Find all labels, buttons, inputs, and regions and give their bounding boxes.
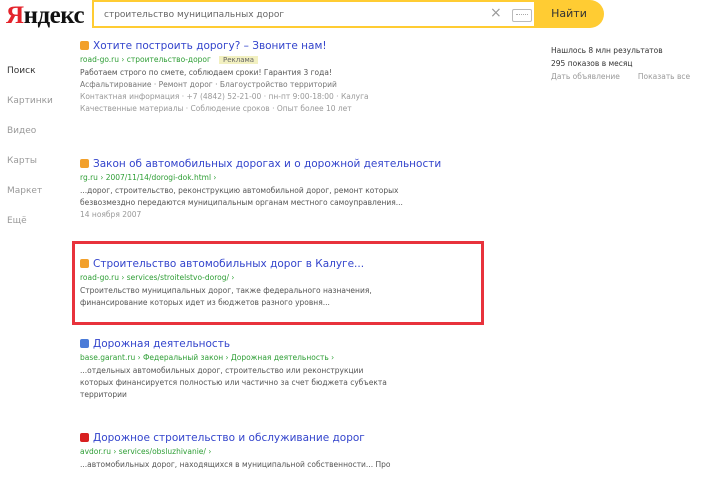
result-url[interactable]: avdor.ru › services/obsluzhivanie/ › — [80, 447, 500, 456]
desc-line: ...автомобильных дорог, находящихся в му… — [80, 460, 391, 469]
keyboard-icon[interactable] — [512, 9, 532, 22]
desc-line: Контактная информация · +7 (4842) 52-21-… — [80, 92, 369, 101]
result-description: ...автомобильных дорог, находящихся в му… — [80, 459, 500, 471]
desc-line: Качественные материалы · Соблюдение срок… — [80, 104, 352, 113]
nav-item-search[interactable]: Поиск — [7, 66, 53, 96]
search-button[interactable]: Найти — [534, 0, 604, 28]
search-result: Дорожная деятельность base.garant.ru › Ф… — [80, 338, 500, 401]
search-result: Дорожное строительство и обслуживание до… — [80, 432, 500, 471]
result-url[interactable]: base.garant.ru › Федеральный закон › Дор… — [80, 353, 500, 362]
result-date: 14 ноября 2007 — [80, 210, 142, 219]
result-url[interactable]: rg.ru › 2007/11/14/dorogi-dok.html › — [80, 173, 500, 182]
desc-line: Работаем строго по смете, соблюдаем срок… — [80, 68, 332, 77]
results-info: Нашлось 8 млн результатов 295 показов в … — [551, 44, 708, 83]
ad-badge: Реклама — [218, 56, 259, 64]
result-description: ...дорог, строительство, реконструкцию а… — [80, 185, 500, 221]
logo-rest: ндекс — [23, 2, 85, 29]
favicon-icon — [80, 159, 89, 168]
search-box[interactable]: × — [92, 0, 536, 28]
desc-line: территории — [80, 390, 127, 399]
desc-line[interactable]: Асфальтирование · Ремонт дорог · Благоус… — [80, 79, 500, 91]
search-input[interactable] — [102, 2, 476, 28]
desc-line: которых финансируется полностью или част… — [80, 378, 387, 387]
clear-icon[interactable]: × — [490, 5, 502, 21]
ad-link[interactable]: Дать объявление — [551, 72, 620, 81]
yandex-logo[interactable]: Яндекс — [6, 2, 85, 30]
search-result: Закон об автомобильных дорогах и о дорож… — [80, 158, 500, 221]
vertical-nav: Поиск Картинки Видео Карты Маркет Ещё — [7, 66, 53, 246]
monthly-shows: 295 показов в месяц — [551, 59, 633, 68]
result-description: Работаем строго по смете, соблюдаем срок… — [80, 67, 500, 115]
favicon-icon — [80, 41, 89, 50]
result-description: ...отдельных автомобильных дорог, строит… — [80, 365, 500, 401]
nav-item-images[interactable]: Картинки — [7, 96, 53, 126]
show-all-link[interactable]: Показать все — [638, 72, 690, 81]
results-count: Нашлось 8 млн результатов — [551, 46, 663, 55]
highlight-frame — [72, 241, 484, 325]
search-result: Хотите построить дорогу? – Звоните нам! … — [80, 40, 500, 115]
desc-line: ...отдельных автомобильных дорог, строит… — [80, 366, 364, 375]
result-title-link[interactable]: Хотите построить дорогу? – Звоните нам! — [93, 40, 327, 52]
result-title-link[interactable]: Закон об автомобильных дорогах и о дорож… — [93, 158, 441, 170]
nav-item-video[interactable]: Видео — [7, 126, 53, 156]
result-title-link[interactable]: Дорожное строительство и обслуживание до… — [93, 432, 365, 444]
desc-line: ...дорог, строительство, реконструкцию а… — [80, 186, 399, 195]
nav-item-maps[interactable]: Карты — [7, 156, 53, 186]
favicon-icon — [80, 339, 89, 348]
nav-item-more[interactable]: Ещё — [7, 216, 53, 246]
logo-first-letter: Я — [6, 2, 24, 29]
nav-item-market[interactable]: Маркет — [7, 186, 53, 216]
favicon-icon — [80, 433, 89, 442]
desc-line: безвозмездно передаются муниципальным ор… — [80, 198, 403, 207]
result-url[interactable]: road-go.ru › строительство-дорог — [80, 55, 211, 64]
result-title-link[interactable]: Дорожная деятельность — [93, 338, 230, 350]
